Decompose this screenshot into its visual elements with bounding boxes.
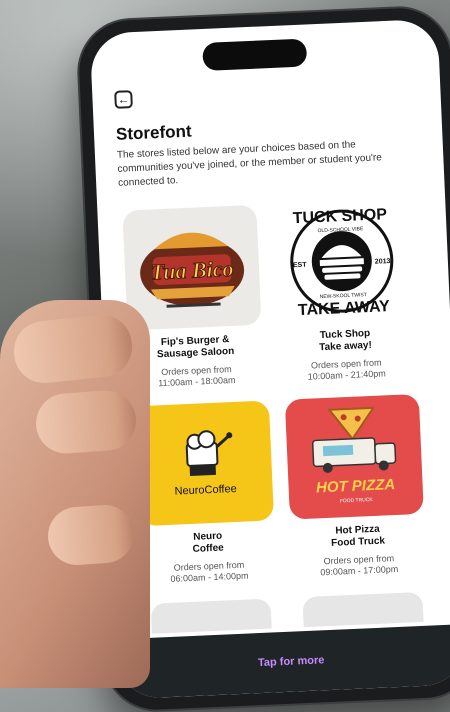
hot-pizza-logo-text: HOT PIZZA (316, 476, 396, 496)
dynamic-island (202, 38, 308, 71)
back-button[interactable]: ← (114, 90, 133, 109)
hot-pizza-logo: HOT PIZZA FOOD TRUCK (284, 393, 424, 520)
finger (34, 388, 138, 456)
store-hours: Orders open from 09:00am - 17:00pm (320, 553, 399, 578)
store-card-partial (302, 591, 424, 628)
store-card-partial (150, 598, 272, 634)
page-description: The stores listed below are your choices… (116, 139, 383, 189)
neuro-coffee-logo: NeuroCoffee (134, 400, 275, 527)
store-name: Tuck Shop Take away! (318, 327, 373, 354)
store-grid: Tua Bico Fip's Burger & Sausage Saloon O… (119, 198, 424, 584)
tuck-logo-year: 2013 (375, 258, 391, 266)
tap-for-more-button[interactable]: Tap for more (258, 654, 325, 669)
neuro-coffee-logo-text: NeuroCoffee (174, 483, 237, 498)
store-hours: Orders open from 06:00am - 14:00pm (170, 559, 249, 584)
bottom-bar[interactable]: Tap for more (116, 624, 450, 700)
store-hours: Orders open from 10:00am - 21:40pm (307, 357, 386, 382)
hot-pizza-logo-sub: FOOD TRUCK (340, 497, 374, 504)
back-arrow-icon: ← (117, 92, 130, 107)
store-card-tuck-shop[interactable]: TUCK SHOP TAKE AWAY EST 2013 OLD-SCHOOL … (269, 198, 417, 384)
store-name: Neuro Coffee (192, 530, 224, 555)
tuck-shop-logo: TUCK SHOP TAKE AWAY EST 2013 OLD-SCHOOL … (272, 198, 412, 324)
tuck-logo-bottom: TAKE AWAY (298, 298, 391, 319)
store-card-hot-pizza[interactable]: HOT PIZZA FOOD TRUCK Hot Pizza Food Truc… (282, 393, 430, 580)
tuck-logo-est: EST (293, 262, 308, 270)
burger-logo: Tua Bico (122, 204, 262, 331)
page-title: Storefont (115, 121, 192, 144)
burger-logo-text: Tua Bico (150, 256, 234, 285)
store-name: Hot Pizza Food Truck (330, 523, 386, 549)
tuck-logo-ring-top: OLD-SCHOOL VIBE (317, 226, 364, 234)
store-card-neuro-coffee[interactable]: NeuroCoffee Neuro Coffee Orders open fro… (132, 400, 280, 586)
